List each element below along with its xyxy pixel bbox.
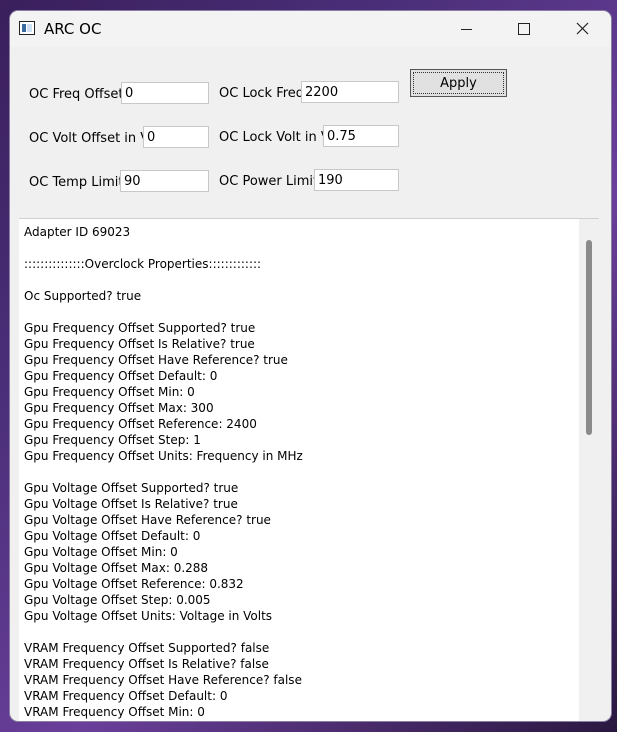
app-window-icon <box>19 21 35 35</box>
freq-offset-field[interactable] <box>121 82 209 104</box>
output-line: VRAM Frequency Offset Supported? false <box>24 641 270 655</box>
output-line: Gpu Frequency Offset Supported? true <box>24 321 256 335</box>
output-line: Gpu Frequency Offset Min: 0 <box>24 385 195 399</box>
output-line: Gpu Frequency Offset Step: 1 <box>24 433 201 447</box>
output-line: :::::::::::::::Overclock Properties:::::… <box>24 257 262 271</box>
window-title: ARC OC <box>44 20 102 38</box>
temp-limit-field[interactable] <box>120 170 209 192</box>
output-line: Gpu Voltage Offset Min: 0 <box>24 545 178 559</box>
output-line: Gpu Frequency Offset Max: 300 <box>24 401 214 415</box>
volt-offset-field[interactable] <box>143 126 209 148</box>
maximize-button[interactable] <box>495 11 553 47</box>
output-line: Gpu Frequency Offset Have Reference? tru… <box>24 353 288 367</box>
output-line: VRAM Frequency Offset Default: 0 <box>24 689 228 703</box>
freq-offset-label: OC Freq Offset <box>29 87 124 102</box>
output-line: Gpu Voltage Offset Have Reference? true <box>24 513 271 527</box>
output-line: VRAM Frequency Offset Min: 0 <box>24 705 205 719</box>
power-limit-field[interactable] <box>314 169 399 191</box>
output-line: VRAM Frequency Offset Is Relative? false <box>24 657 269 671</box>
output-line: Gpu Voltage Offset Default: 0 <box>24 529 201 543</box>
close-icon <box>576 22 589 35</box>
output-line: Gpu Voltage Offset Max: 0.288 <box>24 561 209 575</box>
output-line: Gpu Voltage Offset Step: 0.005 <box>24 593 211 607</box>
output-line: Gpu Voltage Offset Reference: 0.832 <box>24 577 244 591</box>
minimize-button[interactable] <box>437 11 495 47</box>
output-line: Gpu Frequency Offset Reference: 2400 <box>24 417 257 431</box>
output-line: Gpu Voltage Offset Is Relative? true <box>24 497 238 511</box>
vertical-scrollbar[interactable] <box>579 219 599 721</box>
lock-volt-label: OC Lock Volt in V <box>219 130 330 145</box>
lock-freq-field[interactable] <box>301 81 399 103</box>
lock-freq-label: OC Lock Freq <box>219 86 305 101</box>
output-text-area[interactable]: Adapter ID 69023:::::::::::::::Overclock… <box>19 218 599 721</box>
output-line: Oc Supported? true <box>24 289 142 303</box>
output-line: Gpu Frequency Offset Default: 0 <box>24 369 218 383</box>
app-window: ARC OC OC Freq Offset OC Lock Freq Apply… <box>10 11 611 721</box>
output-line: Gpu Frequency Offset Units: Frequency in… <box>24 449 303 463</box>
close-button[interactable] <box>553 11 611 47</box>
lock-volt-field[interactable] <box>323 125 399 147</box>
apply-button[interactable]: Apply <box>410 69 507 97</box>
output-line: Adapter ID 69023 <box>24 225 131 239</box>
output-line: Gpu Voltage Offset Units: Voltage in Vol… <box>24 609 273 623</box>
output-line: Gpu Voltage Offset Supported? true <box>24 481 239 495</box>
title-bar[interactable]: ARC OC <box>10 11 611 47</box>
volt-offset-label: OC Volt Offset in V <box>29 131 150 146</box>
power-limit-label: OC Power Limit <box>219 174 319 189</box>
output-line: VRAM Frequency Offset Have Reference? fa… <box>24 673 302 687</box>
scrollbar-thumb[interactable] <box>586 240 592 435</box>
output-line: Gpu Frequency Offset Is Relative? true <box>24 337 255 351</box>
temp-limit-label: OC Temp Limit <box>29 175 124 190</box>
